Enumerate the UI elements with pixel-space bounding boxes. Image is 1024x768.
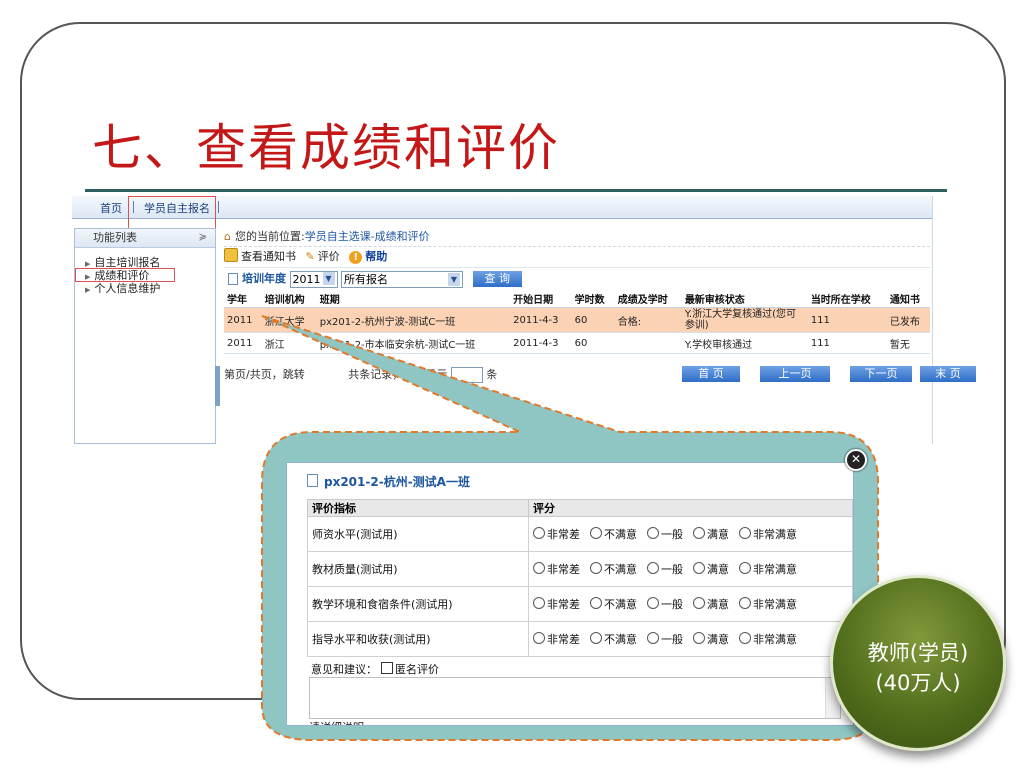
rating-option-label: 满意 — [707, 563, 729, 576]
badge-text: 教师(学员) (40万人) — [833, 638, 1003, 698]
rating-option[interactable]: 一般 — [647, 631, 683, 647]
rating-options: 非常差 不满意 一般 满意 非常满意 — [528, 551, 853, 587]
radio-icon — [647, 632, 659, 644]
rating-option-label: 一般 — [661, 563, 683, 576]
rating-option[interactable]: 非常满意 — [739, 596, 797, 612]
rating-options: 非常差 不满意 一般 满意 非常满意 — [528, 621, 853, 657]
radio-icon — [739, 527, 751, 539]
radio-icon — [739, 562, 751, 574]
rating-option-label: 满意 — [707, 528, 729, 541]
radio-icon — [533, 597, 545, 609]
comment-label-text: 意见和建议： — [311, 663, 377, 676]
rating-option[interactable]: 满意 — [693, 526, 729, 542]
close-icon[interactable]: ✕ — [845, 449, 867, 471]
cut-off-text: 请详细说明 — [309, 719, 364, 725]
rating-option[interactable]: 不满意 — [590, 526, 637, 542]
radio-icon — [647, 597, 659, 609]
rating-option-label: 非常满意 — [753, 598, 797, 611]
radio-icon — [693, 632, 705, 644]
rating-option-label: 不满意 — [604, 528, 637, 541]
rating-option-label: 非常满意 — [753, 563, 797, 576]
dialog-title-text: px201-2-杭州-测试A一班 — [324, 475, 470, 489]
evaluation-row: 教材质量(测试用) 非常差 不满意 一般 满意 非常满意 — [307, 551, 853, 587]
evaluation-table: 评价指标 评分 师资水平(测试用) 非常差 不满意 一般 满意 非常满意 教材质量(测试… — [307, 499, 853, 657]
criterion-label: 教学环境和食宿条件(测试用) — [307, 586, 529, 622]
comment-label: 意见和建议： 匿名评价 — [311, 661, 439, 677]
radio-icon — [693, 562, 705, 574]
criteria-header: 评价指标 — [307, 499, 529, 517]
badge-line: (40万人) — [875, 671, 961, 695]
radio-icon — [590, 562, 602, 574]
anonymous-label: 匿名评价 — [395, 663, 439, 676]
comment-textarea[interactable] — [309, 677, 841, 719]
radio-icon — [739, 597, 751, 609]
rating-option[interactable]: 非常差 — [533, 596, 580, 612]
rating-options: 非常差 不满意 一般 满意 非常满意 — [528, 586, 853, 622]
rating-option-label: 满意 — [707, 598, 729, 611]
rating-option-label: 不满意 — [604, 598, 637, 611]
radio-icon — [590, 632, 602, 644]
evaluation-row: 教学环境和食宿条件(测试用) 非常差 不满意 一般 满意 非常满意 — [307, 586, 853, 622]
anonymous-checkbox[interactable] — [381, 662, 393, 674]
rating-option-label: 满意 — [707, 633, 729, 646]
radio-icon — [647, 527, 659, 539]
criterion-label: 教材质量(测试用) — [307, 551, 529, 587]
evaluation-dialog: px201-2-杭州-测试A一班 评价指标 评分 师资水平(测试用) 非常差不满… — [286, 462, 854, 726]
radio-icon — [590, 527, 602, 539]
rating-option-label: 一般 — [661, 598, 683, 611]
criterion-label: 指导水平和收获(测试用) — [307, 621, 529, 657]
rating-option-label: 一般 — [661, 633, 683, 646]
radio-icon — [693, 527, 705, 539]
rating-option[interactable]: 不满意 — [590, 561, 637, 577]
radio-icon — [533, 527, 545, 539]
rating-option[interactable]: 不满意 — [590, 596, 637, 612]
rating-option[interactable]: 一般 — [647, 596, 683, 612]
rating-option-label: 非常差 — [547, 633, 580, 646]
rating-option[interactable]: 满意 — [693, 596, 729, 612]
rating-option-label: 一般 — [661, 528, 683, 541]
evaluation-header-row: 评价指标 评分 — [307, 499, 853, 517]
evaluation-row: 指导水平和收获(测试用) 非常差 不满意 一般 满意 非常满意 — [307, 621, 853, 657]
radio-icon — [590, 597, 602, 609]
badge-line: 教师(学员) — [867, 641, 969, 665]
evaluation-row: 师资水平(测试用) 非常差 不满意 一般 满意 非常满意 — [307, 516, 853, 552]
rating-option[interactable]: 满意 — [693, 561, 729, 577]
criterion-label: 师资水平(测试用) — [307, 516, 529, 552]
rating-option-label: 不满意 — [604, 633, 637, 646]
rating-option-label: 非常满意 — [753, 528, 797, 541]
rating-option[interactable]: 非常满意 — [739, 631, 797, 647]
rating-option[interactable]: 非常差 — [533, 631, 580, 647]
rating-options: 非常差 不满意 一般 满意 非常满意 — [528, 516, 853, 552]
rating-option[interactable]: 一般 — [647, 561, 683, 577]
dialog-title: px201-2-杭州-测试A一班 — [307, 473, 470, 490]
rating-option-label: 非常差 — [547, 528, 580, 541]
rating-option[interactable]: 一般 — [647, 526, 683, 542]
rating-option-label: 非常差 — [547, 563, 580, 576]
rating-option[interactable]: 非常满意 — [739, 526, 797, 542]
radio-icon — [693, 597, 705, 609]
rating-option[interactable]: 非常差 — [533, 526, 580, 542]
score-header: 评分 — [528, 499, 853, 517]
rating-option-label: 不满意 — [604, 563, 637, 576]
rating-option-label: 非常差 — [547, 598, 580, 611]
radio-icon — [739, 632, 751, 644]
radio-icon — [647, 562, 659, 574]
rating-option[interactable]: 不满意 — [590, 631, 637, 647]
radio-icon — [533, 562, 545, 574]
role-badge: 教师(学员) (40万人) — [830, 575, 1006, 751]
rating-option-label: 非常满意 — [753, 633, 797, 646]
rating-option[interactable]: 非常满意 — [739, 561, 797, 577]
rating-option[interactable]: 满意 — [693, 631, 729, 647]
page-icon — [307, 474, 318, 487]
radio-icon — [533, 632, 545, 644]
rating-option[interactable]: 非常差 — [533, 561, 580, 577]
